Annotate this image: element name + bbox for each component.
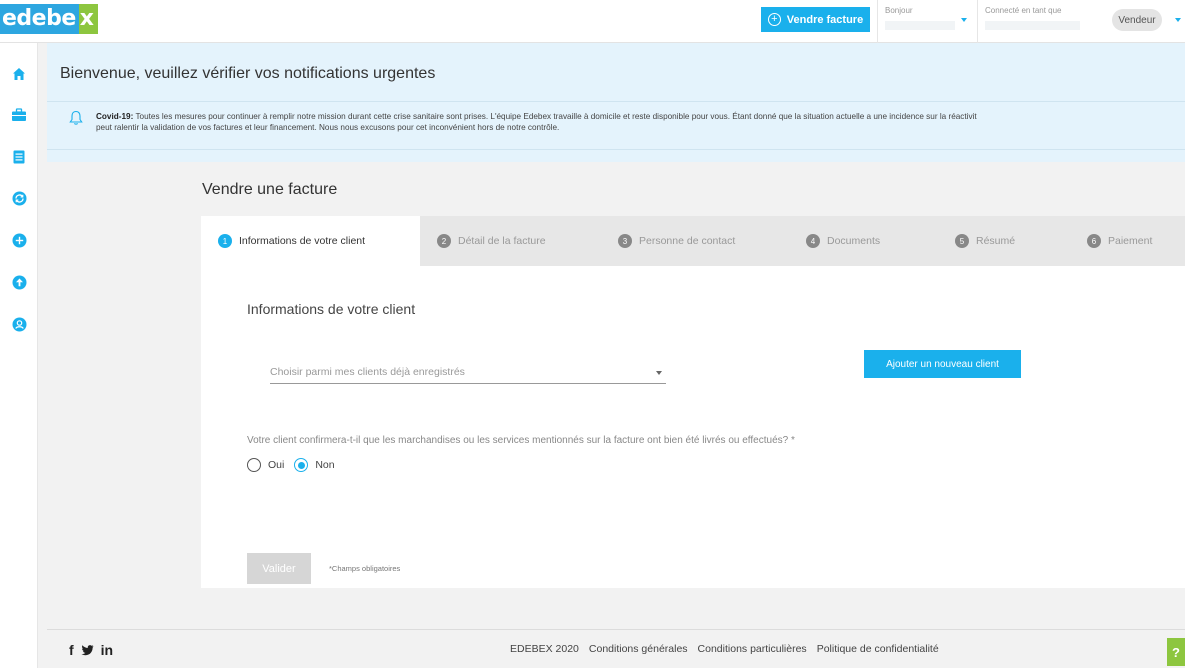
tab-label: Documents [827,235,881,247]
wizard-tabs: 1 Informations de votre client 2 Détail … [201,216,1185,266]
user-name-redacted [885,21,955,30]
radio-yes[interactable] [247,458,261,472]
tab-documents[interactable]: 4 Documents [789,216,938,266]
main-content: Bienvenue, veuillez vérifier vos notific… [47,43,1185,668]
tab-label: Résumé [976,235,1016,247]
plus-circle-icon: + [767,13,781,26]
support-icon [12,317,26,332]
select-placeholder: Choisir parmi mes clients déjà enregistr… [270,365,465,378]
header-divider [977,0,978,43]
step-number: 5 [955,234,969,248]
logo-part-2: x [78,4,98,34]
page-title: Vendre une facture [202,181,338,198]
tab-label: Détail de la facture [458,235,546,247]
link-terms[interactable]: Conditions générales [589,643,688,655]
sidebar-item-sync[interactable] [0,178,38,219]
validate-button[interactable]: Valider [247,553,311,584]
sidebar-item-invoices[interactable] [0,136,38,177]
step-number: 6 [1087,234,1101,248]
edebex-logo[interactable]: edebe x [0,4,98,34]
saved-clients-select[interactable]: Choisir parmi mes clients déjà enregistr… [270,360,666,384]
sidebar-item-home[interactable] [0,53,38,94]
notice-divider [47,149,1185,150]
top-header: edebe x + Vendre facture Bonjour Connecté… [0,0,1185,43]
tab-summary[interactable]: 5 Résumé [938,216,1070,266]
notifications-area: Bienvenue, veuillez vérifier vos notific… [47,43,1185,162]
tab-invoice-detail[interactable]: 2 Détail de la facture [420,216,601,266]
tab-client-info[interactable]: 1 Informations de votre client [201,216,420,266]
covid-notice-line2: peut ralentir la validation de vos factu… [96,123,560,132]
logo-part-1: edebe [0,4,79,34]
refresh-icon [12,191,26,206]
facebook-icon[interactable]: f [69,642,74,658]
sell-invoice-button[interactable]: + Vendre facture [761,7,870,32]
sidebar-item-portfolio[interactable] [0,94,38,135]
social-links: f in [69,642,113,658]
footer-links: EDEBEX 2020 Conditions générales Conditi… [510,643,939,655]
company-name-redacted [985,21,1080,30]
sidebar-item-add[interactable] [0,220,38,261]
list-icon [13,150,25,163]
client-info-panel: Informations de votre client Choisir par… [201,266,1185,588]
user-dropdown-caret-icon[interactable] [961,18,967,22]
tab-payment[interactable]: 6 Paiement [1070,216,1185,266]
twitter-icon[interactable] [81,644,94,656]
radio-no[interactable] [294,458,309,472]
link-special-terms[interactable]: Conditions particulières [698,643,807,655]
connected-as-label: Connecté en tant que [985,6,1062,15]
help-button[interactable]: ? [1167,638,1185,666]
add-new-client-button[interactable]: Ajouter un nouveau client [864,350,1021,378]
briefcase-icon [12,107,26,121]
covid-notice-title: Covid-19: [96,112,134,121]
step-number: 2 [437,234,451,248]
notice-divider [47,101,1185,102]
covid-notice-line1: Toutes les mesures pour continuer à remp… [133,112,977,121]
sidebar [0,43,38,668]
radio-no-label[interactable]: Non [315,459,334,471]
role-selector[interactable]: Vendeur [1112,9,1162,31]
step-number: 4 [806,234,820,248]
tab-contact-person[interactable]: 3 Personne de contact [601,216,789,266]
step-number: 1 [218,234,232,248]
bell-icon [69,110,83,125]
sidebar-item-upload[interactable] [0,262,38,303]
step-number: 3 [618,234,632,248]
header-divider [877,0,878,43]
required-fields-note: *Champs obligatoires [329,564,401,573]
sidebar-item-support[interactable] [0,304,38,345]
footer: f in EDEBEX 2020 Conditions générales Co… [47,629,1185,668]
delivery-confirmation-question: Votre client confirmera-t-il que les mar… [247,435,795,446]
upload-icon [12,275,26,290]
welcome-heading: Bienvenue, veuillez vérifier vos notific… [60,65,436,82]
section-title: Informations de votre client [247,301,416,317]
delivery-confirmation-radios: Oui Non [247,458,345,472]
role-dropdown-caret-icon[interactable] [1175,18,1181,22]
add-circle-icon [12,233,26,248]
tab-label: Personne de contact [639,235,736,247]
hello-label: Bonjour [885,6,913,15]
home-icon [13,67,25,80]
radio-yes-label[interactable]: Oui [268,459,284,471]
tab-label: Paiement [1108,235,1153,247]
linkedin-icon[interactable]: in [101,642,113,658]
copyright-text: EDEBEX 2020 [510,643,579,655]
chevron-down-icon [656,371,662,375]
tab-label: Informations de votre client [239,235,366,247]
covid-notice: Covid-19: Toutes les mesures pour contin… [96,111,1185,133]
sell-invoice-label: Vendre facture [786,13,864,26]
link-privacy-policy[interactable]: Politique de confidentialité [817,643,939,655]
